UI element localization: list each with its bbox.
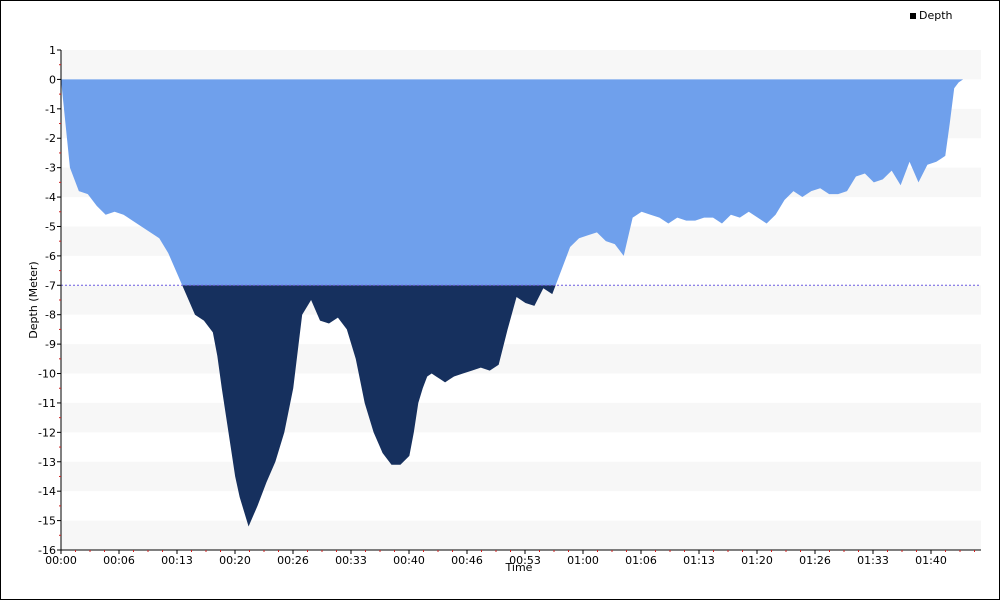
- y-tick-label: -6: [45, 250, 56, 263]
- background-band: [61, 50, 981, 80]
- x-tick-label: 00:00: [45, 554, 77, 567]
- y-tick-label: -7: [45, 279, 56, 292]
- background-band: [61, 461, 981, 492]
- x-tick-label: 01:26: [799, 554, 831, 567]
- y-tick-label: -11: [38, 397, 56, 410]
- x-axis-label: Time: [505, 561, 533, 574]
- y-tick-label: -4: [45, 191, 56, 204]
- legend: Depth: [910, 9, 953, 22]
- y-axis-label: Depth (Meter): [27, 261, 40, 338]
- y-tick-label: -8: [45, 309, 56, 322]
- background-band: [61, 402, 981, 433]
- y-tick-label: 0: [49, 73, 56, 86]
- background-band: [61, 520, 981, 550]
- x-tick-label: 00:40: [393, 554, 425, 567]
- y-tick-label: -10: [38, 368, 56, 381]
- depth-chart: 10-1-2-3-4-5-6-7-8-9-10-11-12-13-14-15-1…: [27, 44, 981, 574]
- y-tick-label: -1: [45, 103, 56, 116]
- x-tick-label: 00:46: [451, 554, 483, 567]
- y-tick-label: 1: [49, 44, 56, 57]
- legend-label: Depth: [919, 9, 953, 22]
- x-tick-label: 00:20: [219, 554, 251, 567]
- y-tick-label: -5: [45, 220, 56, 233]
- x-tick-label: 01:13: [683, 554, 715, 567]
- x-tick-label: 01:33: [857, 554, 889, 567]
- x-tick-label: 00:06: [103, 554, 135, 567]
- x-tick-label: 01:20: [741, 554, 773, 567]
- background-band: [61, 344, 981, 374]
- y-tick-label: -2: [45, 132, 56, 145]
- y-axis-ticks: 10-1-2-3-4-5-6-7-8-9-10-11-12-13-14-15-1…: [38, 44, 61, 557]
- y-tick-label: -15: [38, 515, 56, 528]
- legend-swatch: [910, 12, 916, 19]
- y-tick-label: -9: [45, 338, 56, 351]
- x-tick-label: 00:33: [335, 554, 367, 567]
- x-tick-label: 01:40: [915, 554, 947, 567]
- x-tick-label: 01:06: [625, 554, 657, 567]
- y-tick-label: -12: [38, 426, 56, 439]
- y-tick-label: -3: [45, 162, 56, 175]
- x-tick-label: 00:13: [161, 554, 193, 567]
- x-tick-label: 01:00: [567, 554, 599, 567]
- y-tick-label: -14: [38, 485, 56, 498]
- x-tick-label: 00:26: [277, 554, 309, 567]
- y-tick-label: -13: [38, 456, 56, 469]
